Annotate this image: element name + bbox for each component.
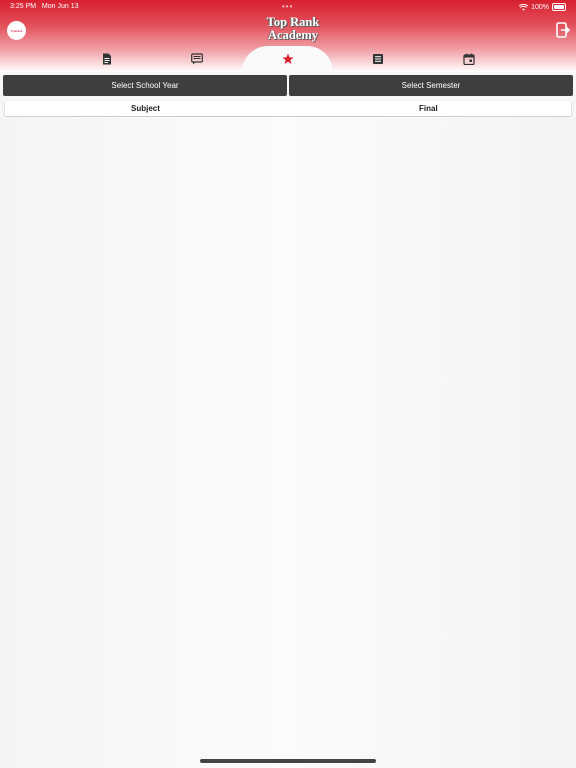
message-icon (190, 53, 203, 65)
battery-icon (552, 3, 566, 11)
calendar-icon (462, 53, 475, 65)
column-header-subject: Subject (131, 104, 160, 113)
status-time: 3:25 PM Mon Jun 13 (10, 3, 79, 10)
tab-bar (0, 46, 576, 72)
home-indicator[interactable] (200, 759, 376, 763)
status-right: 100% (519, 3, 566, 11)
tab-messages[interactable] (151, 46, 242, 72)
document-icon (102, 53, 111, 65)
grades-table-header: Subject Final (5, 101, 571, 116)
column-header-final: Final (419, 104, 438, 113)
select-semester-button[interactable]: Select Semester (289, 75, 573, 96)
list-icon (372, 54, 383, 64)
select-school-year-button[interactable]: Select School Year (3, 75, 287, 96)
school-logo: TopRank (7, 21, 26, 40)
battery-percent: 100% (531, 3, 549, 11)
star-icon (282, 53, 293, 64)
tab-documents[interactable] (61, 46, 152, 72)
logout-icon[interactable] (556, 22, 570, 38)
app-title: Top Rank Academy (266, 15, 320, 42)
status-bar: 3:25 PM Mon Jun 13 ••• 100% (0, 2, 576, 15)
multitask-dots[interactable]: ••• (282, 2, 293, 11)
wifi-icon (519, 3, 529, 11)
grades-table-body (0, 117, 576, 768)
tab-grades[interactable] (242, 46, 333, 72)
tab-list[interactable] (332, 46, 423, 72)
app-header: 3:25 PM Mon Jun 13 ••• 100% TopRank Top … (0, 0, 576, 72)
tab-calendar[interactable] (423, 46, 514, 72)
